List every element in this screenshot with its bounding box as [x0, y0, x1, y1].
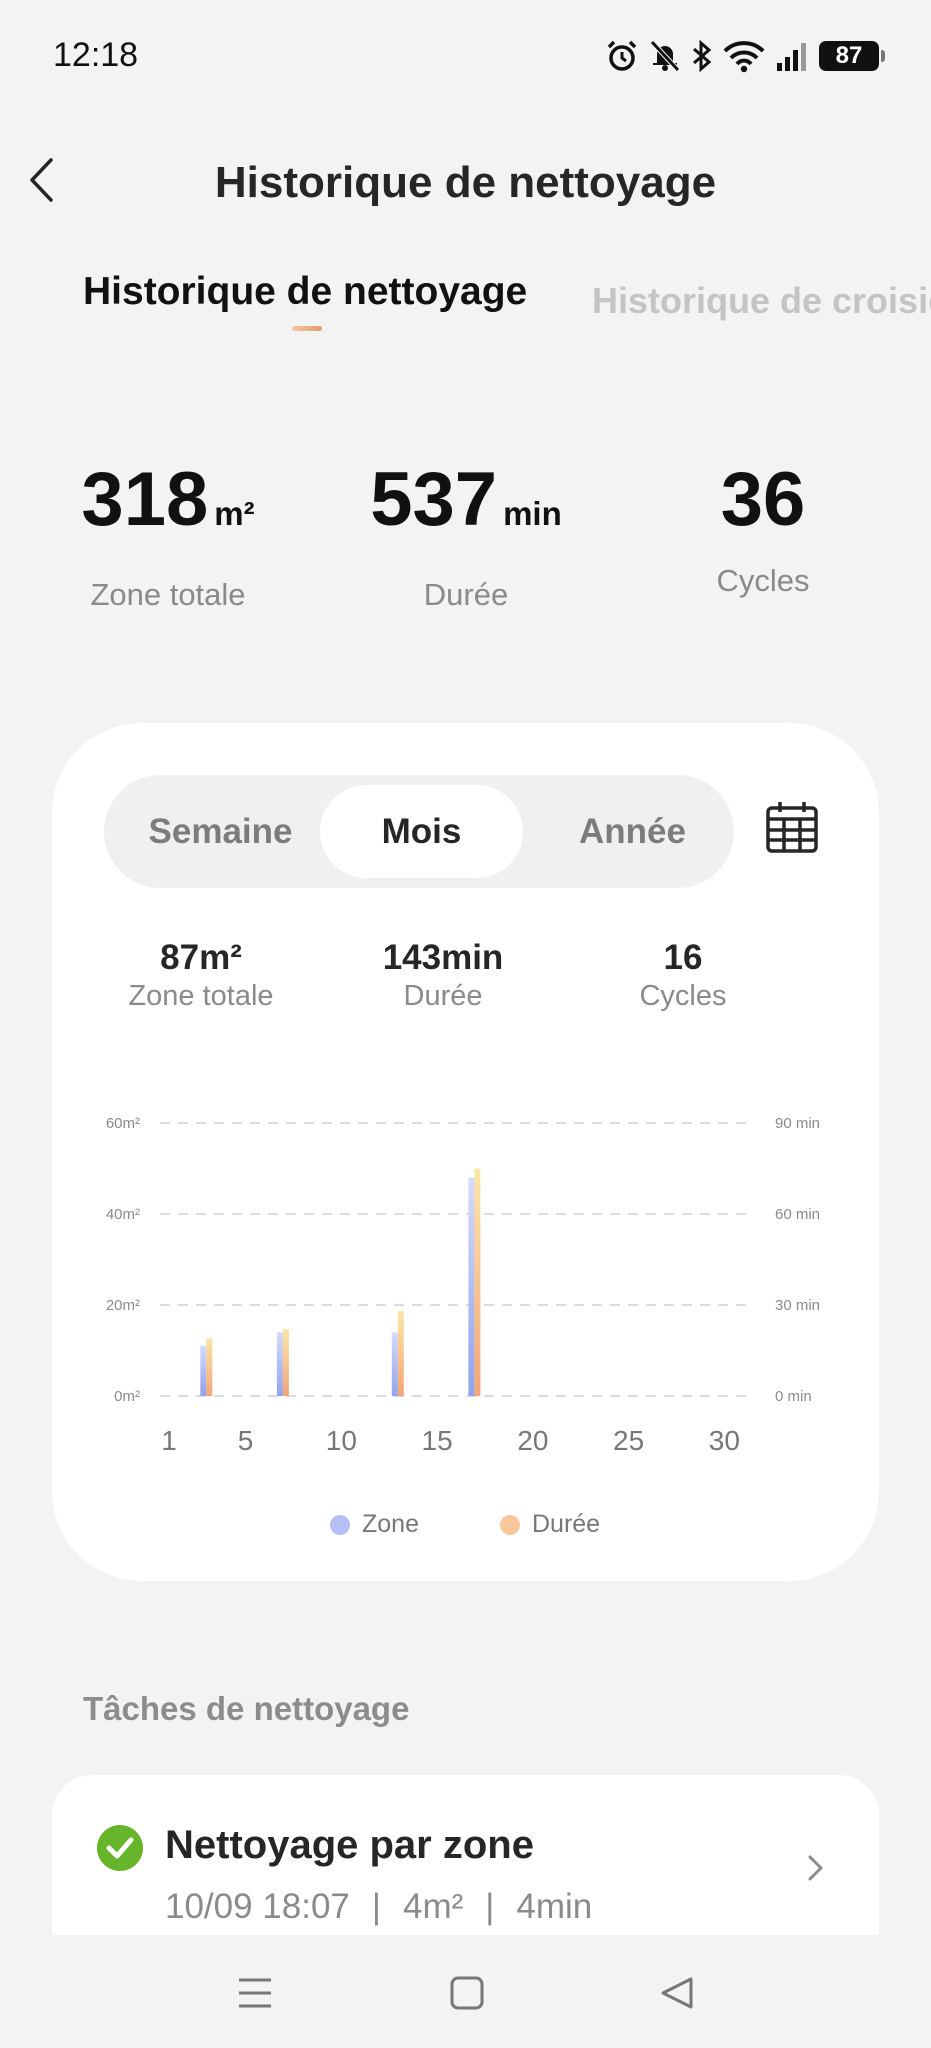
task-title: Nettoyage par zone [165, 1823, 534, 1867]
home-icon [450, 1976, 484, 2010]
period-week-button[interactable]: Semaine [119, 785, 322, 878]
period-stats: 87m² Zone totale 143min Durée 16 Cycles [52, 938, 879, 1028]
alarm-icon [607, 40, 637, 71]
menu-icon [239, 1978, 271, 2008]
battery-icon: 87 [819, 41, 885, 71]
period-selector: Semaine Mois Année [104, 775, 734, 888]
x-tick-label: 15 [422, 1425, 453, 1456]
bar-zone [200, 1345, 207, 1396]
duration-unit: min [503, 495, 562, 532]
calendar-button[interactable] [764, 799, 828, 863]
x-tick-label: 30 [709, 1425, 740, 1456]
legend-zone: Zone [330, 1510, 419, 1539]
duration-label: Durée [423, 577, 509, 612]
y-right-tick-label: 0 min [775, 1388, 812, 1405]
period-month-button[interactable]: Mois [320, 785, 523, 878]
y-right-tick-label: 30 min [775, 1297, 820, 1314]
chart-legend: Zone Durée [52, 1510, 879, 1550]
nav-back-button[interactable] [649, 1965, 705, 2021]
bar-zone [276, 1332, 283, 1396]
task-item[interactable]: Nettoyage par zone 10/09 18:07 | 4m² | 4min [52, 1775, 879, 1935]
history-tabs: Historique de nettoyage Historique de cr… [0, 270, 931, 340]
period-cycles-value: 16 [663, 938, 703, 977]
header: Historique de nettoyage [0, 130, 931, 240]
tab-cleaning-history[interactable]: Historique de nettoyage [83, 270, 527, 314]
legend-zone-dot [330, 1514, 350, 1535]
legend-duration: Durée [500, 1510, 600, 1539]
legend-duration-label: Durée [532, 1510, 601, 1538]
total-area-stat: 318 m² Zone totale [18, 455, 318, 613]
period-cycles-label: Cycles [639, 980, 727, 1012]
bar-zone [391, 1332, 398, 1396]
y-left-tick-label: 0m² [114, 1388, 140, 1405]
x-tick-label: 25 [613, 1425, 644, 1456]
summary-stats: 318 m² Zone totale 537 min Durée 36 Cycles [0, 455, 931, 612]
chevron-right-icon [808, 1855, 823, 1881]
system-nav-bar [0, 1935, 931, 2048]
bar-duration [206, 1338, 213, 1396]
period-duration-stat: 143min Durée [323, 938, 563, 1013]
calendar-icon [766, 802, 818, 853]
status-time: 12:18 [53, 36, 139, 74]
y-left-tick-label: 40m² [106, 1206, 140, 1223]
nav-menu-button[interactable] [227, 1965, 283, 2021]
duration-stat: 537 min Durée [316, 455, 616, 613]
status-bar: 12:18 87 [0, 0, 931, 110]
tab-cruise-history[interactable]: Historique de croisiè [592, 280, 931, 322]
nav-home-button[interactable] [439, 1965, 495, 2021]
cleaning-chart: 0m² 0 min20m² 30 min40m² 60 min60m² 90 min1 5… [106, 1115, 820, 1456]
chart-card: Semaine Mois Année 87m² Zone totale 143min… [52, 723, 879, 1581]
legend-duration-dot [500, 1514, 520, 1535]
tasks-section-title: Tâches de nettoyage [83, 1690, 410, 1727]
period-year-button[interactable]: Année [531, 785, 734, 878]
period-area-label: Zone totale [128, 980, 274, 1012]
period-area-stat: 87m² Zone totale [81, 938, 321, 1013]
legend-zone-label: Zone [362, 1510, 419, 1538]
x-tick-label: 20 [517, 1425, 548, 1456]
bar-duration [397, 1311, 404, 1396]
duration-value: 537 min [316, 455, 616, 559]
total-area-value: 318 m² [18, 455, 318, 559]
total-area-number: 318 [81, 457, 209, 542]
status-icons: 87 [605, 36, 885, 76]
task-duration: 4min [516, 1887, 593, 1926]
y-right-tick-label: 90 min [775, 1115, 820, 1132]
period-area-value: 87m² [160, 938, 242, 977]
total-area-label: Zone totale [90, 577, 246, 612]
cycles-label: Cycles [716, 563, 810, 598]
x-tick-label: 5 [238, 1425, 254, 1456]
tab-indicator [292, 326, 322, 331]
page-title: Historique de nettoyage [214, 158, 717, 207]
y-left-tick-label: 60m² [106, 1115, 140, 1132]
cycles-stat: 36 Cycles [613, 455, 913, 599]
total-area-unit: m² [214, 495, 255, 532]
check-circle-icon [97, 1825, 143, 1871]
task-separator: | [371, 1887, 381, 1926]
y-right-tick-label: 60 min [775, 1206, 820, 1223]
task-datetime: 10/09 18:07 [165, 1887, 350, 1926]
bar-zone [468, 1177, 475, 1396]
task-area: 4m² [403, 1887, 464, 1926]
period-cycles-stat: 16 Cycles [563, 938, 803, 1013]
task-separator: | [485, 1887, 495, 1926]
y-left-tick-label: 20m² [106, 1297, 140, 1314]
period-duration-label: Durée [403, 980, 483, 1012]
back-icon [661, 1977, 693, 2009]
x-tick-label: 1 [161, 1425, 177, 1456]
x-tick-label: 10 [326, 1425, 357, 1456]
cycles-value: 36 [720, 457, 806, 542]
bar-duration [474, 1168, 481, 1396]
period-duration-value: 143min [382, 938, 504, 977]
bluetooth-icon [693, 39, 712, 73]
wifi-icon [723, 41, 765, 73]
task-meta: 10/09 18:07 | 4m² | 4min [165, 1887, 592, 1927]
signal-icon [777, 43, 806, 71]
duration-number: 537 [370, 457, 498, 542]
bar-duration [282, 1329, 289, 1396]
bell-off-icon [650, 40, 680, 72]
